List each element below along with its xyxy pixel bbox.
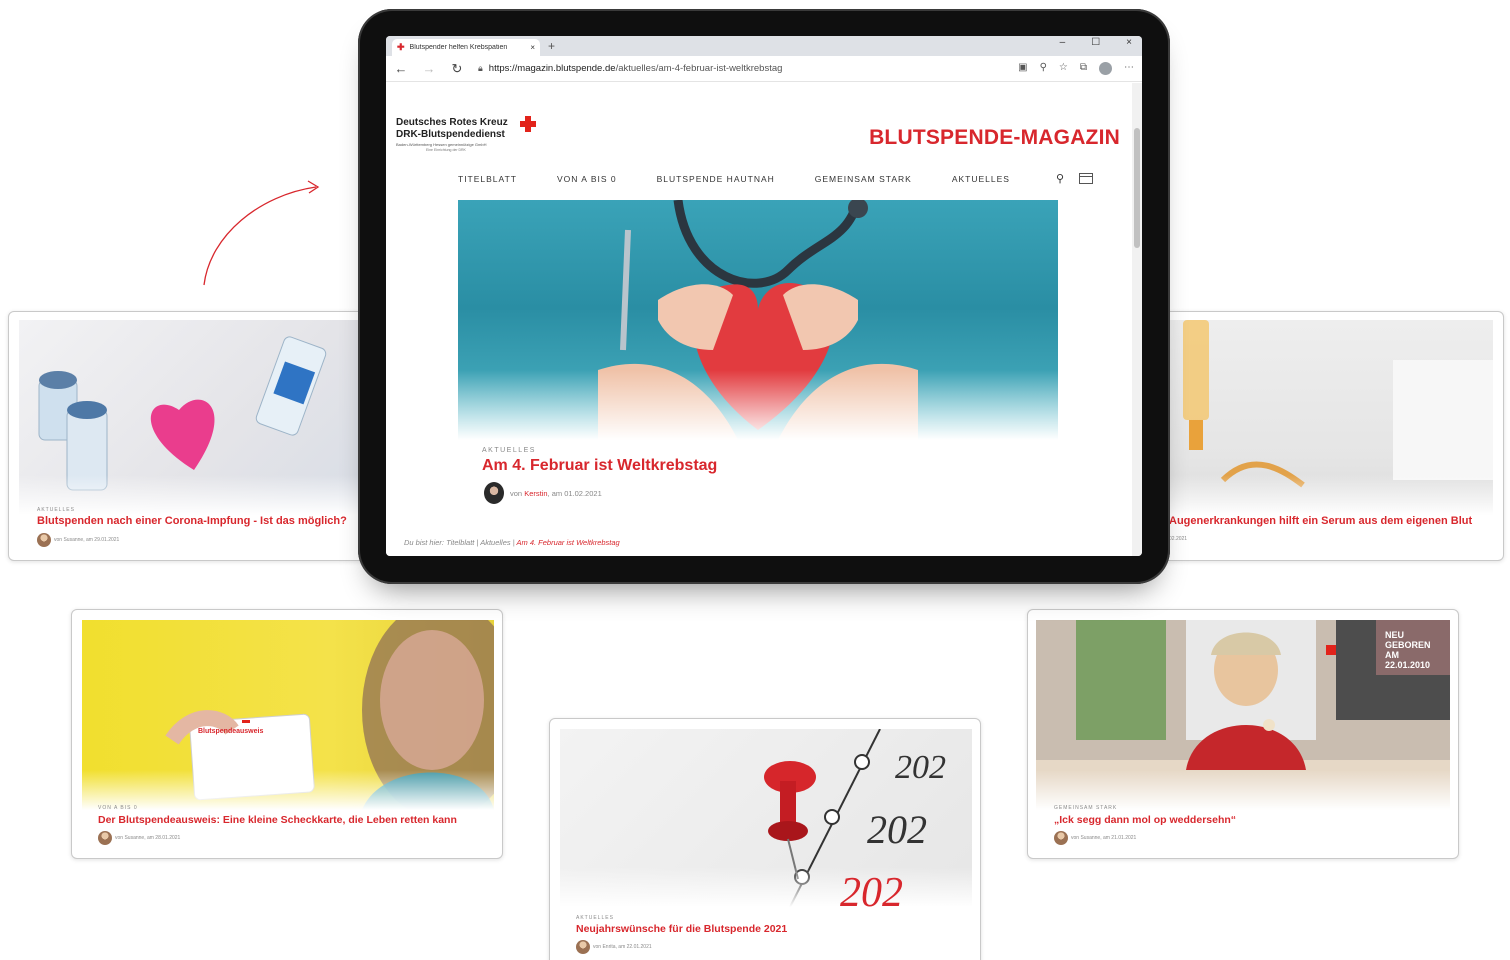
article-card-neujahr[interactable]: 202 202 202 AKTUELLES Neujahrswünsche fü… [549,718,981,960]
browser-toolbar-icons: ▣ ⚲ ☆ ⧉ ⋯ [1018,62,1134,75]
card-meta-text: von Susanne, am 29.01.2021 [54,537,120,543]
window-controls: – ☐ × [1060,37,1132,48]
author-avatar [1054,831,1068,845]
close-window-button[interactable]: × [1126,37,1132,48]
article-card-weddersehn[interactable]: NEU GEBOREN AM 22.01.2010 GEMEINSAM STAR… [1027,609,1459,859]
author-link[interactable]: Kerstin [524,489,547,498]
minimize-button[interactable]: – [1060,37,1066,48]
calendar-year-2: 202 [867,807,927,852]
card-title[interactable]: Der Blutspendeausweis: Eine kleine Schec… [98,814,457,826]
calendar-year-3: 202 [840,870,903,916]
card-meta: von Susanne, am 29.01.2021 [37,533,119,547]
card-meta: 02.2021 [1169,536,1187,542]
nav-titelblatt[interactable]: TITELBLATT [458,174,517,184]
hero-image-heart[interactable] [458,200,1058,440]
nav-blutspende-hautnah[interactable]: BLUTSPENDE HAUTNAH [657,174,775,184]
url-path: /aktuelles/am-4-februar-ist-weltkrebstag [615,63,783,74]
card-category: GEMEINSAM STARK [1054,805,1118,811]
card-meta-text: 02.2021 [1169,536,1188,542]
calendar-year-1: 202 [895,749,946,786]
decorative-arrow [203,180,320,286]
breadcrumb: Du bist hier: Titelblatt | Aktuelles | A… [404,538,620,547]
card-meta: von Enrita, am 22.01.2021 [576,940,652,954]
card-meta-text: von Susanne, am 21.01.2021 [1071,835,1137,841]
tab-close-icon[interactable]: × [530,43,535,52]
card-title[interactable]: Neujahrswünsche für die Blutspende 2021 [576,923,787,935]
logo-line-4: Eine Einrichtung der DRK [426,148,466,152]
web-page: Deutsches Rotes Kreuz DRK-Blutspendedien… [386,83,1132,556]
author-avatar [98,831,112,845]
breadcrumb-trail[interactable]: Du bist hier: Titelblatt | Aktuelles | [404,538,515,547]
article-card-corona[interactable]: AKTUELLES Blutspenden nach einer Corona-… [8,311,368,561]
card-title[interactable]: „Ick segg dann mol op weddersehn“ [1054,814,1236,826]
card-meta: von Susanne, am 21.01.2021 [1054,831,1136,845]
red-cross-icon [520,116,536,132]
article-card-ausweis[interactable]: Blutspendeausweis VON A BIS 0 Der Blutsp… [71,609,503,859]
tab-title: Blutspender helfen Krebspatien [409,44,508,51]
card-image-serum [1163,320,1493,515]
search-icon[interactable]: ⚲ [1056,172,1065,185]
card-image-donor-card [82,620,494,810]
author-avatar [37,533,51,547]
author-avatar [576,940,590,954]
card-title[interactable]: Augenerkrankungen hilft ein Serum aus de… [1169,515,1472,527]
reload-icon[interactable]: ↻ [450,61,464,77]
card-meta-text: von Susanne, am 28.01.2021 [115,835,181,841]
donor-card-label: Blutspendeausweis [198,728,264,735]
nav-aktuelles[interactable]: AKTUELLES [952,174,1010,184]
featured-meta: von Kerstin, am 01.02.2021 [484,482,602,504]
nav-gemeinsam-stark[interactable]: GEMEINSAM STARK [815,174,912,184]
calendar-icon[interactable] [1079,173,1094,184]
author-avatar [484,482,504,504]
favorite-star-icon[interactable]: ☆ [1059,62,1068,75]
card-category: AKTUELLES [576,915,614,921]
breadcrumb-current: Am 4. Februar ist Weltkrebstag [516,538,620,547]
scrollbar-thumb[interactable] [1134,128,1140,248]
featured-category: AKTUELLES [482,447,536,454]
main-navigation: TITELBLATT VON A BIS 0 BLUTSPENDE HAUTNA… [458,172,1094,185]
logo-line-3: Baden-Württemberg Hessen gemeinnützige G… [396,142,487,147]
profile-avatar-icon[interactable] [1099,62,1112,75]
browser-tab[interactable]: ✚ Blutspender helfen Krebspatien × [392,39,540,56]
vertical-scrollbar[interactable] [1132,83,1142,556]
card-image-vaccine [19,320,367,515]
browser-window: ✚ Blutspender helfen Krebspatien × + – ☐… [386,36,1142,556]
new-tab-button[interactable]: + [548,39,555,53]
article-card-serum[interactable]: Augenerkrankungen hilft ein Serum aus de… [1150,311,1504,561]
nav-von-a-bis-0[interactable]: VON A BIS 0 [557,174,617,184]
lock-icon: 🔒︎ [478,63,483,73]
drk-favicon-icon: ✚ [397,42,405,52]
drk-logo[interactable]: Deutsches Rotes Kreuz DRK-Blutspendedien… [396,117,508,152]
card-category: AKTUELLES [37,507,75,513]
poster-text: NEU GEBOREN AM 22.01.2010 [1385,630,1431,670]
address-bar: ← → ↻ 🔒︎ https://magazin.blutspende.de/a… [386,56,1142,82]
url-field[interactable]: 🔒︎ https://magazin.blutspende.de/aktuell… [478,63,948,74]
meta-prefix: von [510,488,523,498]
tablet-frame: ✚ Blutspender helfen Krebspatien × + – ☐… [358,9,1170,584]
maximize-button[interactable]: ☐ [1091,37,1100,48]
meta-date: , am 01.02.2021 [547,488,602,498]
tab-bar: ✚ Blutspender helfen Krebspatien × + – ☐… [386,36,1142,56]
forward-icon[interactable]: → [422,61,436,76]
card-meta: von Susanne, am 28.01.2021 [98,831,180,845]
card-category: VON A BIS 0 [98,805,138,811]
logo-line-2: DRK-Blutspendedienst [396,129,505,140]
magazine-title[interactable]: BLUTSPENDE-MAGAZIN [869,126,1120,150]
url-host: https://magazin.blutspende.de [488,63,616,74]
zoom-icon[interactable]: ⚲ [1040,62,1047,75]
card-meta-text: von Enrita, am 22.01.2021 [593,944,652,950]
back-icon[interactable]: ← [394,61,408,76]
featured-title[interactable]: Am 4. Februar ist Weltkrebstag [482,457,717,475]
card-title[interactable]: Blutspenden nach einer Corona-Impfung - … [37,515,347,527]
more-menu-icon[interactable]: ⋯ [1124,62,1134,75]
reader-mode-icon[interactable]: ▣ [1018,62,1027,75]
collections-icon[interactable]: ⧉ [1080,62,1087,75]
logo-line-1: Deutsches Rotes Kreuz [396,117,508,128]
